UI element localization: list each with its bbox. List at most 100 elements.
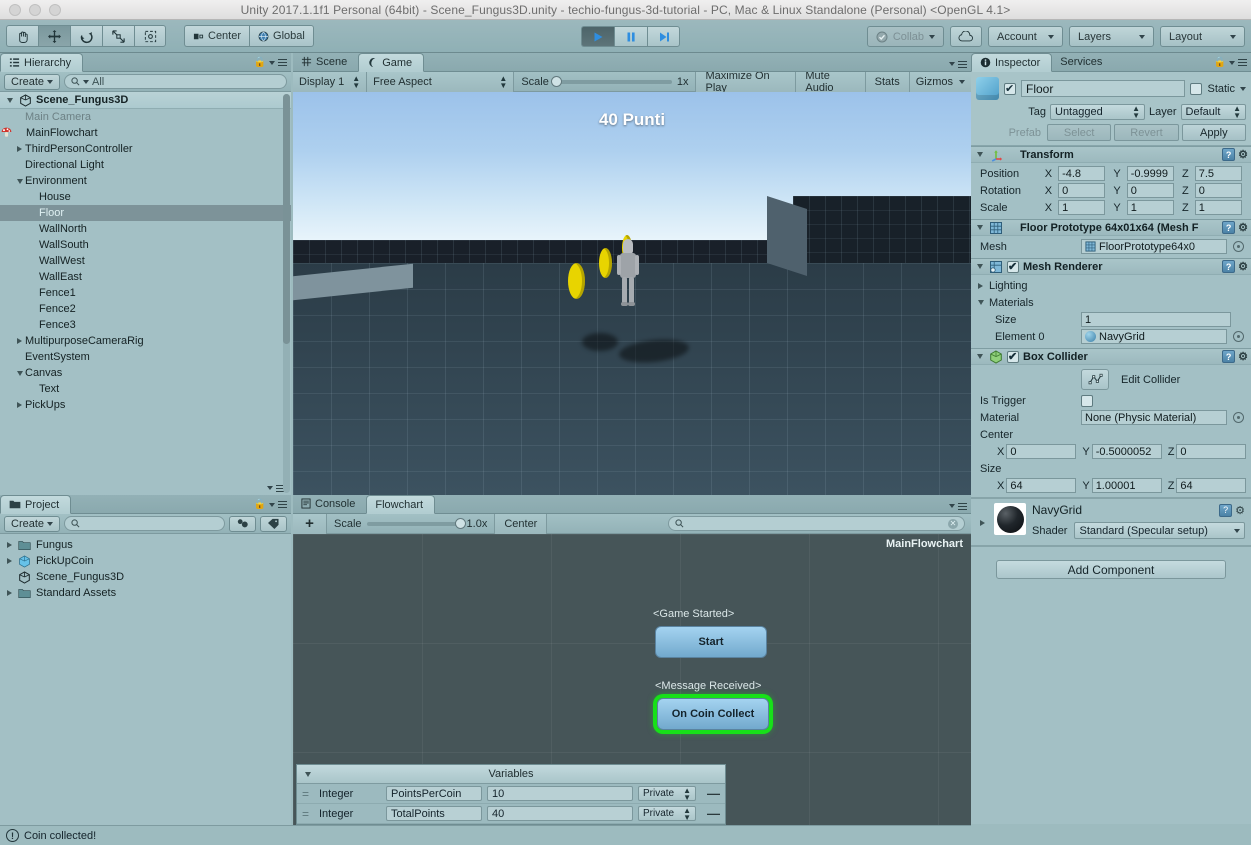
component-icons[interactable]: ? ⚙: [1222, 221, 1248, 234]
hierarchy-item-fence2[interactable]: Fence2: [0, 301, 291, 317]
component-icons[interactable]: ? ⚙: [1222, 260, 1248, 273]
component-header-mesh-renderer[interactable]: Mesh Renderer ? ⚙: [971, 258, 1251, 275]
variable-scope-dropdown[interactable]: Private ▲ ▼: [638, 786, 696, 801]
project-search-input[interactable]: [64, 516, 225, 531]
tab-project[interactable]: Project: [0, 495, 72, 514]
inspector-tab-menu[interactable]: 🔒: [1214, 57, 1247, 68]
account-button[interactable]: Account: [988, 26, 1063, 47]
layers-button[interactable]: Layers: [1069, 26, 1154, 47]
center-y-input[interactable]: -0.5000052: [1091, 444, 1162, 459]
variable-name-input[interactable]: TotalPoints: [386, 806, 482, 821]
status-bar[interactable]: ! Coin collected!: [0, 825, 971, 845]
hamburger-icon[interactable]: [958, 502, 967, 510]
hierarchy-tab-menu[interactable]: 🔒: [254, 57, 287, 68]
variables-header[interactable]: Variables: [297, 765, 725, 784]
hierarchy-search-input[interactable]: All: [64, 74, 287, 89]
hand-tool-button[interactable]: [6, 25, 38, 47]
chevron-down-icon[interactable]: [4, 92, 15, 108]
transform-position-x-input[interactable]: -4.8: [1058, 166, 1106, 181]
flowchart-node-on-coin-collect[interactable]: On Coin Collect: [657, 698, 769, 730]
component-header-box-collider[interactable]: Box Collider ? ⚙: [971, 348, 1251, 365]
transform-rotation-y-input[interactable]: 0: [1126, 183, 1174, 198]
play-button[interactable]: [581, 26, 614, 47]
flowchart-node-start[interactable]: Start: [655, 626, 767, 658]
remove-variable-button[interactable]: —: [707, 786, 720, 801]
project-tab-menu[interactable]: 🔒: [254, 499, 287, 510]
mesh-renderer-enabled-checkbox[interactable]: [1007, 260, 1019, 273]
tag-dropdown[interactable]: Untagged ▲ ▼: [1050, 104, 1145, 120]
chevron-right-icon[interactable]: [977, 515, 988, 531]
mute-audio-button[interactable]: Mute Audio: [796, 70, 866, 94]
hierarchy-item-thirdpersoncontroller[interactable]: ThirdPersonController: [0, 141, 291, 157]
component-icons[interactable]: ? ⚙: [1222, 148, 1248, 161]
size-y-input[interactable]: 1.00001: [1091, 478, 1162, 493]
hierarchy-item-environment[interactable]: Environment: [0, 173, 291, 189]
chevron-down-icon[interactable]: [1240, 86, 1246, 91]
materials-foldout[interactable]: Materials: [975, 294, 1247, 311]
transform-position-z-input[interactable]: 7.5: [1194, 166, 1242, 181]
chevron-right-icon[interactable]: [4, 585, 15, 601]
add-component-button[interactable]: Add Component: [996, 560, 1226, 579]
project-item-pickupcoin[interactable]: PickUpCoin: [0, 553, 291, 569]
gameobject-name-input[interactable]: Floor: [1021, 80, 1186, 97]
prefab-revert-button[interactable]: Revert: [1114, 124, 1179, 141]
component-header-mesh-filter[interactable]: Floor Prototype 64x01x64 (Mesh F ? ⚙: [971, 219, 1251, 236]
object-picker-icon[interactable]: [1233, 331, 1244, 342]
remove-variable-button[interactable]: —: [707, 806, 720, 821]
cloud-button[interactable]: [950, 26, 982, 47]
flowchart-scale-thumb[interactable]: [454, 517, 466, 529]
hierarchy-item-mainflowchart[interactable]: MainFlowchart: [0, 125, 291, 141]
lighting-foldout[interactable]: Lighting: [975, 277, 1247, 294]
tab-services[interactable]: Services: [1052, 52, 1113, 71]
chevron-down-icon[interactable]: [975, 295, 986, 311]
chevron-down-icon[interactable]: [974, 259, 985, 275]
rotate-tool-button[interactable]: [70, 25, 102, 47]
chevron-right-icon[interactable]: [14, 333, 25, 349]
hierarchy-item-floor[interactable]: Floor: [0, 205, 291, 221]
flowchart-canvas[interactable]: MainFlowchart <Game Started> Start <Messag…: [293, 534, 971, 825]
prefab-select-button[interactable]: Select: [1047, 124, 1112, 141]
hierarchy-item-pickups[interactable]: PickUps: [0, 397, 291, 413]
object-picker-icon[interactable]: [1233, 241, 1244, 252]
materials-size-input[interactable]: 1: [1081, 312, 1231, 327]
hierarchy-item-walleast[interactable]: WallEast: [0, 269, 291, 285]
move-tool-button[interactable]: [38, 25, 70, 47]
physic-material-field[interactable]: None (Physic Material): [1081, 410, 1227, 425]
gear-icon[interactable]: ⚙: [1238, 221, 1248, 234]
hamburger-icon[interactable]: [1238, 58, 1247, 67]
element-0-object-field[interactable]: NavyGrid: [1081, 329, 1227, 344]
chevron-right-icon[interactable]: [975, 278, 986, 294]
chevron-right-icon[interactable]: [4, 553, 15, 569]
mesh-object-field[interactable]: FloorPrototype64x0: [1081, 239, 1227, 254]
gear-icon[interactable]: ⚙: [1238, 260, 1248, 273]
game-render-area[interactable]: 40 Punti: [293, 92, 971, 495]
flowchart-add-block-button[interactable]: +: [293, 513, 327, 534]
clear-search-icon[interactable]: ✕: [948, 518, 958, 529]
transform-scale-x-input[interactable]: 1: [1058, 200, 1106, 215]
hierarchy-item-fence3[interactable]: Fence3: [0, 317, 291, 333]
tab-inspector[interactable]: Inspector: [971, 53, 1053, 72]
component-icons[interactable]: ? ⚙: [1222, 350, 1248, 363]
tab-scene[interactable]: Scene: [293, 52, 358, 71]
gear-icon[interactable]: ⚙: [1238, 350, 1248, 363]
center-z-input[interactable]: 0: [1176, 444, 1247, 459]
aspect-dropdown[interactable]: Free Aspect ▲ ▼: [367, 71, 515, 92]
project-item-fungus[interactable]: Fungus: [0, 537, 291, 553]
component-header-transform[interactable]: Transform ? ⚙: [971, 146, 1251, 163]
hierarchy-create-button[interactable]: Create: [4, 73, 61, 90]
variable-row[interactable]: = Integer PointsPerCoin 10 Private ▲ ▼ —: [297, 784, 725, 804]
layer-dropdown[interactable]: Default ▲ ▼: [1180, 104, 1246, 120]
gear-icon[interactable]: ⚙: [1238, 148, 1248, 161]
flowchart-scale-group[interactable]: Scale 1.0x: [327, 513, 496, 534]
chevron-down-icon[interactable]: [14, 173, 25, 189]
shader-dropdown[interactable]: Standard (Specular setup): [1074, 522, 1245, 539]
hierarchy-item-wallwest[interactable]: WallWest: [0, 253, 291, 269]
edit-collider-button[interactable]: [1081, 369, 1109, 390]
hierarchy-scene-root[interactable]: Scene_Fungus3D: [0, 92, 291, 492]
project-item-scene_fungus3d[interactable]: Scene_Fungus3D: [0, 569, 291, 585]
scale-slider-group[interactable]: Scale 1x: [514, 72, 695, 92]
center-x-input[interactable]: 0: [1006, 444, 1077, 459]
rect-tool-button[interactable]: [134, 25, 166, 47]
stats-button[interactable]: Stats: [865, 71, 910, 92]
hierarchy-item-multipurposecamerarig[interactable]: MultipurposeCameraRig: [0, 333, 291, 349]
